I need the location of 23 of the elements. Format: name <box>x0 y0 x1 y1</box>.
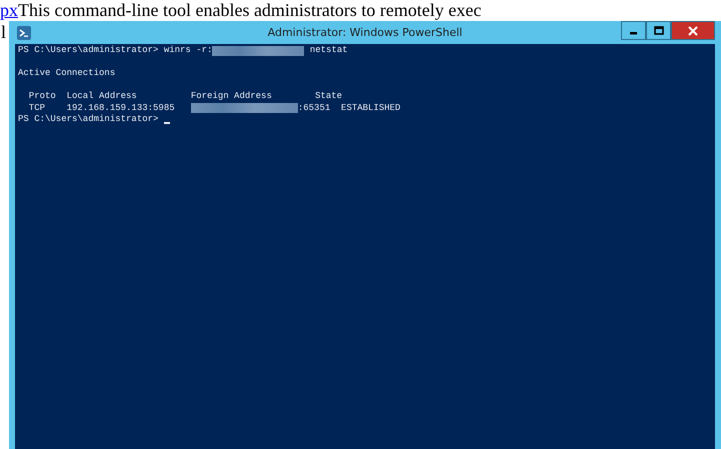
powershell-icon <box>17 26 31 40</box>
link[interactable]: px <box>0 0 18 20</box>
maximize-icon <box>654 26 664 35</box>
output-text: Active Connections <box>18 68 116 80</box>
page-text: This command-line tool enables administrators to remotely exec <box>18 0 482 20</box>
minimize-button[interactable] <box>621 21 646 40</box>
table-cell-text: 192.168.159.133:5985 <box>66 102 176 114</box>
column-header: Foreign Address <box>190 91 273 102</box>
prompt-text: PS C:\Users\administrator> <box>18 114 160 126</box>
console-area[interactable]: PS C:\Users\administrator> winrs -r: netstat Active Connections Proto Local Address Foreign Address State TCP 192.168.159.133:5985 :65351 ESTABLISHED PS C:\Users\administrator> <box>15 44 715 449</box>
close-icon <box>688 26 698 36</box>
maximize-button[interactable] <box>646 21 671 40</box>
table-cell: :65351 <box>298 102 330 114</box>
column-header: Proto <box>28 91 57 102</box>
window-title: Administrator: Windows PowerShell <box>268 26 462 39</box>
close-button[interactable] <box>671 21 715 40</box>
command-argument: netstat <box>308 45 348 56</box>
table-cell-text: ESTABLISHED <box>340 102 400 114</box>
column-header: Local Address <box>66 91 138 102</box>
page-text: l <box>1 22 6 42</box>
command-line: PS C:\Users\administrator> winrs -r: <box>18 45 212 56</box>
table-cell-text: TCP <box>28 102 46 114</box>
column-header: State <box>315 91 342 102</box>
